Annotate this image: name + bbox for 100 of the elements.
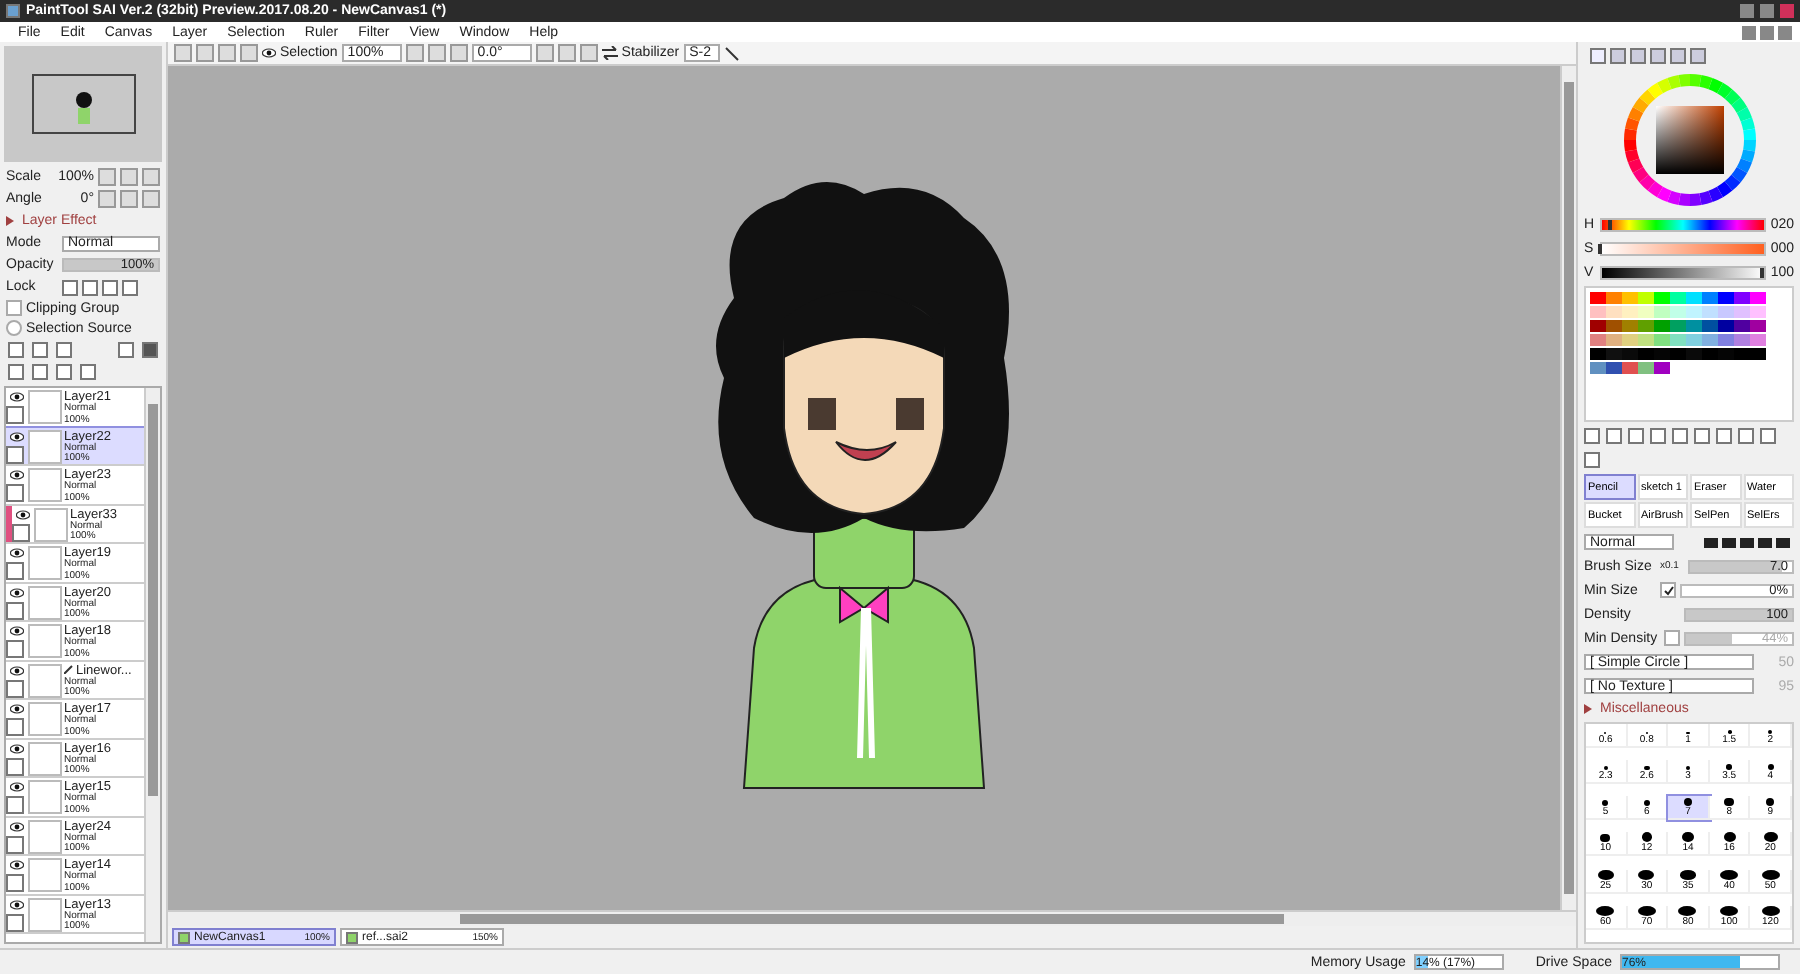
checkbox[interactable] bbox=[1660, 582, 1676, 598]
line-icon[interactable] bbox=[723, 45, 740, 61]
pen-icon bbox=[64, 663, 74, 673]
layer-thumbnail bbox=[28, 546, 62, 580]
color-swatch[interactable] bbox=[1590, 292, 1606, 304]
color-swatch[interactable] bbox=[1654, 320, 1670, 332]
color-swatch[interactable] bbox=[1622, 334, 1638, 346]
eye-icon[interactable] bbox=[9, 470, 23, 480]
flip-icon[interactable] bbox=[601, 46, 618, 60]
color-swatch[interactable] bbox=[1606, 348, 1622, 360]
color-swatch[interactable] bbox=[1718, 306, 1734, 318]
color-swatch[interactable] bbox=[1750, 334, 1766, 346]
color-swatch[interactable] bbox=[1702, 306, 1718, 318]
color-swatch[interactable] bbox=[1718, 348, 1734, 360]
color-swatch[interactable] bbox=[1638, 362, 1654, 374]
color-swatch[interactable] bbox=[1590, 348, 1606, 360]
checkbox[interactable] bbox=[6, 300, 22, 316]
color-swatch[interactable] bbox=[1750, 348, 1766, 360]
eye-icon[interactable] bbox=[262, 48, 276, 58]
channel-slider[interactable] bbox=[1600, 265, 1766, 279]
color-swatch[interactable] bbox=[1670, 320, 1686, 332]
color-swatch[interactable] bbox=[1702, 292, 1718, 304]
layer-thumbnail bbox=[28, 429, 62, 463]
channel-slider[interactable] bbox=[1600, 217, 1766, 231]
eye-icon[interactable] bbox=[9, 626, 23, 636]
canvas-thumbnail bbox=[178, 931, 190, 943]
color-swatch[interactable] bbox=[1702, 334, 1718, 346]
eye-icon[interactable] bbox=[15, 509, 29, 519]
color-swatch[interactable] bbox=[1750, 292, 1766, 304]
checkbox[interactable] bbox=[1664, 630, 1680, 646]
color-swatch[interactable] bbox=[1622, 292, 1638, 304]
color-swatch[interactable] bbox=[1734, 334, 1750, 346]
scrollbar[interactable] bbox=[1560, 66, 1576, 910]
color-swatch[interactable] bbox=[1622, 306, 1638, 318]
eye-icon[interactable] bbox=[9, 743, 23, 753]
layer-thumbnail bbox=[28, 585, 62, 619]
layer-thumbnail bbox=[34, 507, 68, 541]
color-swatch[interactable] bbox=[1638, 306, 1654, 318]
color-swatch[interactable] bbox=[1734, 306, 1750, 318]
color-swatch[interactable] bbox=[1606, 292, 1622, 304]
color-swatch[interactable] bbox=[1590, 320, 1606, 332]
color-swatch[interactable] bbox=[1638, 320, 1654, 332]
color-swatch[interactable] bbox=[1590, 362, 1606, 374]
color-swatch[interactable] bbox=[1622, 362, 1638, 374]
color-swatch[interactable] bbox=[1686, 348, 1702, 360]
color-swatch[interactable] bbox=[1590, 334, 1606, 346]
color-swatch[interactable] bbox=[1670, 306, 1686, 318]
color-swatch[interactable] bbox=[1750, 320, 1766, 332]
eye-icon[interactable] bbox=[9, 782, 23, 792]
color-swatch[interactable] bbox=[1670, 334, 1686, 346]
layer-thumbnail bbox=[28, 780, 62, 814]
eye-icon[interactable] bbox=[9, 431, 23, 441]
color-swatch[interactable] bbox=[1654, 348, 1670, 360]
eye-icon[interactable] bbox=[9, 548, 23, 558]
color-swatch[interactable] bbox=[1606, 334, 1622, 346]
color-swatch[interactable] bbox=[1734, 292, 1750, 304]
color-swatch[interactable] bbox=[1702, 348, 1718, 360]
color-swatch[interactable] bbox=[1606, 320, 1622, 332]
color-swatch[interactable] bbox=[1606, 362, 1622, 374]
color-swatch[interactable] bbox=[1702, 320, 1718, 332]
color-swatch[interactable] bbox=[1718, 292, 1734, 304]
color-swatch[interactable] bbox=[1590, 306, 1606, 318]
brush-shape-icons bbox=[1704, 535, 1794, 549]
color-swatch[interactable] bbox=[1718, 320, 1734, 332]
color-swatch[interactable] bbox=[1750, 306, 1766, 318]
channel-slider[interactable] bbox=[1600, 241, 1766, 255]
color-swatch[interactable] bbox=[1686, 320, 1702, 332]
color-swatch[interactable] bbox=[1654, 334, 1670, 346]
eye-icon[interactable] bbox=[9, 587, 23, 597]
restore-button[interactable] bbox=[1760, 25, 1775, 39]
color-wheel[interactable] bbox=[1621, 72, 1757, 208]
eye-icon[interactable] bbox=[9, 821, 23, 831]
eye-icon[interactable] bbox=[9, 860, 23, 870]
scrollbar[interactable] bbox=[168, 910, 1576, 926]
color-swatch[interactable] bbox=[1670, 348, 1686, 360]
color-swatch[interactable] bbox=[1638, 348, 1654, 360]
caret-icon bbox=[1584, 704, 1592, 714]
color-swatch[interactable] bbox=[1638, 334, 1654, 346]
eye-icon[interactable] bbox=[9, 392, 23, 402]
layer-thumbnail bbox=[28, 663, 62, 697]
color-swatch[interactable] bbox=[1654, 306, 1670, 318]
layer-thumbnail bbox=[28, 741, 62, 775]
color-swatch[interactable] bbox=[1622, 348, 1638, 360]
color-swatch[interactable] bbox=[1638, 292, 1654, 304]
color-swatch[interactable] bbox=[1670, 292, 1686, 304]
scrollbar[interactable] bbox=[144, 388, 160, 942]
color-swatch[interactable] bbox=[1622, 320, 1638, 332]
color-swatch[interactable] bbox=[1734, 348, 1750, 360]
color-swatch[interactable] bbox=[1686, 334, 1702, 346]
eye-icon[interactable] bbox=[9, 899, 23, 909]
color-swatch[interactable] bbox=[1718, 334, 1734, 346]
color-swatch[interactable] bbox=[1734, 320, 1750, 332]
color-swatch[interactable] bbox=[1686, 306, 1702, 318]
radio-button[interactable] bbox=[6, 320, 22, 336]
eye-icon[interactable] bbox=[9, 665, 23, 675]
color-swatch[interactable] bbox=[1686, 292, 1702, 304]
color-swatch[interactable] bbox=[1606, 306, 1622, 318]
color-swatch[interactable] bbox=[1654, 362, 1670, 374]
eye-icon[interactable] bbox=[9, 704, 23, 714]
color-swatch[interactable] bbox=[1654, 292, 1670, 304]
